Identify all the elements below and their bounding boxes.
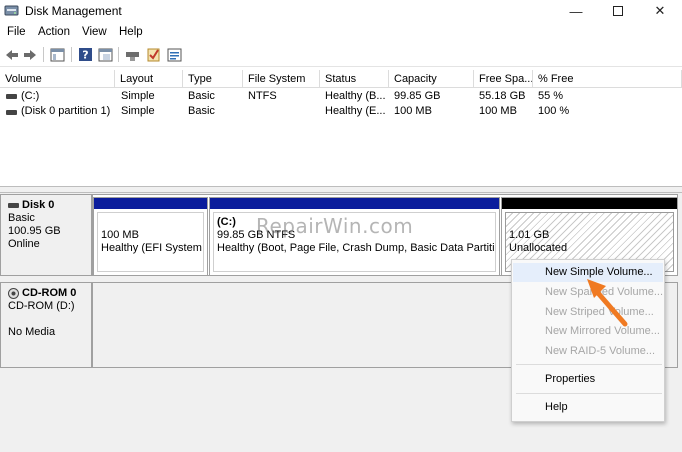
column-header-capacity[interactable]: Capacity xyxy=(389,70,474,88)
toolbar-separator xyxy=(118,47,119,62)
volume-name: (C:) xyxy=(21,90,40,102)
menu-help[interactable]: Help xyxy=(119,26,143,38)
volume-name: (Disk 0 partition 1) xyxy=(21,105,111,117)
back-arrow-icon xyxy=(5,49,18,60)
forward-button[interactable] xyxy=(21,46,38,63)
column-header-file-system[interactable]: File System xyxy=(243,70,320,88)
volume-percent-free: 100 % xyxy=(538,105,570,117)
volume-free-space: 55.18 GB xyxy=(479,90,526,102)
minimize-button[interactable]: — xyxy=(556,0,596,22)
volume-type: Basic xyxy=(188,90,215,102)
cdrom-0-media: No Media xyxy=(8,326,56,338)
cdrom-0-label[interactable]: CD-ROM 0 CD-ROM (D:) No Media xyxy=(0,282,92,368)
volume-file-system: NTFS xyxy=(248,90,277,102)
toolbar-separator xyxy=(71,47,72,62)
check-icon xyxy=(147,48,160,62)
volume-status: Healthy (B... xyxy=(325,90,386,102)
check-button[interactable] xyxy=(145,46,162,63)
column-header-type[interactable]: Type xyxy=(183,70,243,88)
svg-text:?: ? xyxy=(82,49,88,62)
close-button[interactable]: ✕ xyxy=(640,0,680,22)
forward-arrow-icon xyxy=(23,49,36,60)
menu-separator xyxy=(516,364,662,365)
column-header-free-space[interactable]: Free Spa... xyxy=(474,70,533,88)
menu-item-properties[interactable]: Properties xyxy=(513,370,663,389)
menu-bar: File Action View Help xyxy=(0,22,682,43)
details-icon xyxy=(167,48,182,61)
pane-splitter[interactable] xyxy=(0,186,682,193)
toolbar: ? xyxy=(0,43,682,67)
connect-button[interactable] xyxy=(124,46,141,63)
unallocated-status: Unallocated xyxy=(509,242,568,254)
partition-efi[interactable]: 100 MB Healthy (EFI System P xyxy=(93,197,208,276)
show-hide-tree-button[interactable] xyxy=(49,46,66,63)
volume-layout: Simple xyxy=(121,105,155,117)
properties-button[interactable] xyxy=(97,46,114,63)
cd-drive-icon xyxy=(8,288,19,299)
toolbar-separator xyxy=(43,47,44,62)
volume-list[interactable]: Volume Layout Type File System Status Ca… xyxy=(0,70,682,186)
unallocated-bar xyxy=(502,198,677,209)
primary-partition-bar xyxy=(210,198,499,209)
partition-c-status: Healthy (Boot, Page File, Crash Dump, Ba… xyxy=(217,242,496,254)
connect-icon xyxy=(126,51,139,61)
details-button[interactable] xyxy=(166,46,183,63)
watermark: RepairWin.com xyxy=(256,214,414,238)
title-bar: Disk Management — ✕ xyxy=(0,0,682,22)
disk-management-app-icon xyxy=(4,5,19,16)
disk-0-state: Online xyxy=(8,238,40,250)
partition-efi-size: 100 MB xyxy=(101,229,139,241)
volume-capacity: 99.85 GB xyxy=(394,90,441,102)
maximize-button[interactable] xyxy=(598,0,638,22)
volume-capacity: 100 MB xyxy=(394,105,432,117)
disk-0-size: 100.95 GB xyxy=(8,225,61,237)
help-icon: ? xyxy=(79,48,92,62)
volume-icon xyxy=(6,94,17,99)
back-button[interactable] xyxy=(3,46,20,63)
primary-partition-bar xyxy=(94,198,207,209)
volume-free-space: 100 MB xyxy=(479,105,517,117)
menu-item-help[interactable]: Help xyxy=(513,398,663,417)
menu-separator xyxy=(516,393,662,394)
minimize-icon: — xyxy=(569,3,583,19)
menu-item-new-raid5-volume[interactable]: New RAID-5 Volume... xyxy=(513,342,663,361)
context-menu: New Simple Volume... New Spanned Volume.… xyxy=(511,259,665,422)
properties-icon xyxy=(98,48,113,61)
menu-item-new-striped-volume[interactable]: New Striped Volume... xyxy=(513,303,663,322)
unallocated-size: 1.01 GB xyxy=(509,229,550,241)
menu-item-new-spanned-volume[interactable]: New Spanned Volume... xyxy=(513,283,663,302)
column-header-layout[interactable]: Layout xyxy=(115,70,183,88)
menu-file[interactable]: File xyxy=(7,26,26,38)
window-title: Disk Management xyxy=(25,4,122,18)
disk-0-label[interactable]: Disk 0 Basic 100.95 GB Online xyxy=(0,194,92,276)
volume-layout: Simple xyxy=(121,90,155,102)
column-header-volume[interactable]: Volume xyxy=(0,70,115,88)
disk-0-type: Basic xyxy=(8,212,35,224)
cdrom-0-name: CD-ROM 0 xyxy=(22,287,77,299)
volume-percent-free: 55 % xyxy=(538,90,564,102)
menu-item-new-simple-volume[interactable]: New Simple Volume... xyxy=(513,263,663,282)
disk-0-name: Disk 0 xyxy=(22,199,55,211)
disk-icon xyxy=(8,203,19,208)
menu-item-new-mirrored-volume[interactable]: New Mirrored Volume... xyxy=(513,322,663,341)
volume-icon xyxy=(6,110,17,115)
menu-action[interactable]: Action xyxy=(38,26,70,38)
menu-view[interactable]: View xyxy=(82,26,107,38)
cdrom-0-drive: CD-ROM (D:) xyxy=(8,300,75,312)
column-header-percent-free[interactable]: % Free xyxy=(533,70,682,88)
volume-status: Healthy (E... xyxy=(325,105,386,117)
column-header-status[interactable]: Status xyxy=(320,70,389,88)
maximize-icon xyxy=(613,6,623,16)
volume-type: Basic xyxy=(188,105,215,117)
help-button[interactable]: ? xyxy=(77,46,94,63)
partition-efi-status: Healthy (EFI System P xyxy=(101,242,204,254)
show-hide-console-tree-icon xyxy=(50,48,65,61)
close-icon: ✕ xyxy=(654,3,666,18)
